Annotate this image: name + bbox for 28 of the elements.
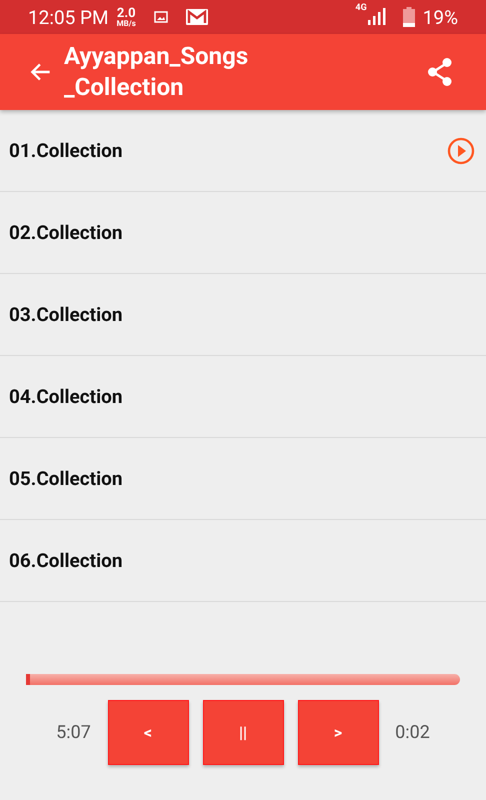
- song-row[interactable]: 04.Collection: [0, 356, 486, 438]
- clock: 12:05 PM: [28, 6, 109, 28]
- song-row[interactable]: 02.Collection: [0, 192, 486, 274]
- play-icon[interactable]: [447, 136, 475, 164]
- total-time: 5:07: [55, 722, 92, 743]
- pause-button[interactable]: ||: [202, 700, 284, 765]
- battery-percentage: 19%: [422, 6, 458, 28]
- song-row[interactable]: 05.Collection: [0, 438, 486, 520]
- screen-title: Ayyappan_Songs _Collection: [64, 41, 250, 103]
- next-button[interactable]: >: [298, 700, 378, 765]
- song-title: 04.Collection: [9, 385, 123, 408]
- image-icon: [154, 11, 168, 23]
- signal-icon: [366, 8, 387, 26]
- song-title: 01.Collection: [9, 139, 123, 162]
- share-icon[interactable]: [426, 57, 454, 87]
- song-title: 05.Collection: [9, 467, 123, 490]
- battery-icon: [402, 7, 415, 27]
- speed-indicator: 2.0 MB/s: [116, 6, 136, 28]
- song-row[interactable]: 06.Collection: [0, 520, 486, 602]
- song-title: 03.Collection: [9, 303, 123, 326]
- song-title: 06.Collection: [9, 549, 123, 572]
- previous-button[interactable]: <: [108, 700, 188, 765]
- song-row[interactable]: 01.Collection: [0, 110, 486, 192]
- mail-icon: [186, 9, 208, 25]
- song-title: 02.Collection: [9, 221, 123, 244]
- network-type: 4G: [355, 3, 367, 13]
- elapsed-time: 0:02: [394, 722, 431, 743]
- song-row[interactable]: 03.Collection: [0, 274, 486, 356]
